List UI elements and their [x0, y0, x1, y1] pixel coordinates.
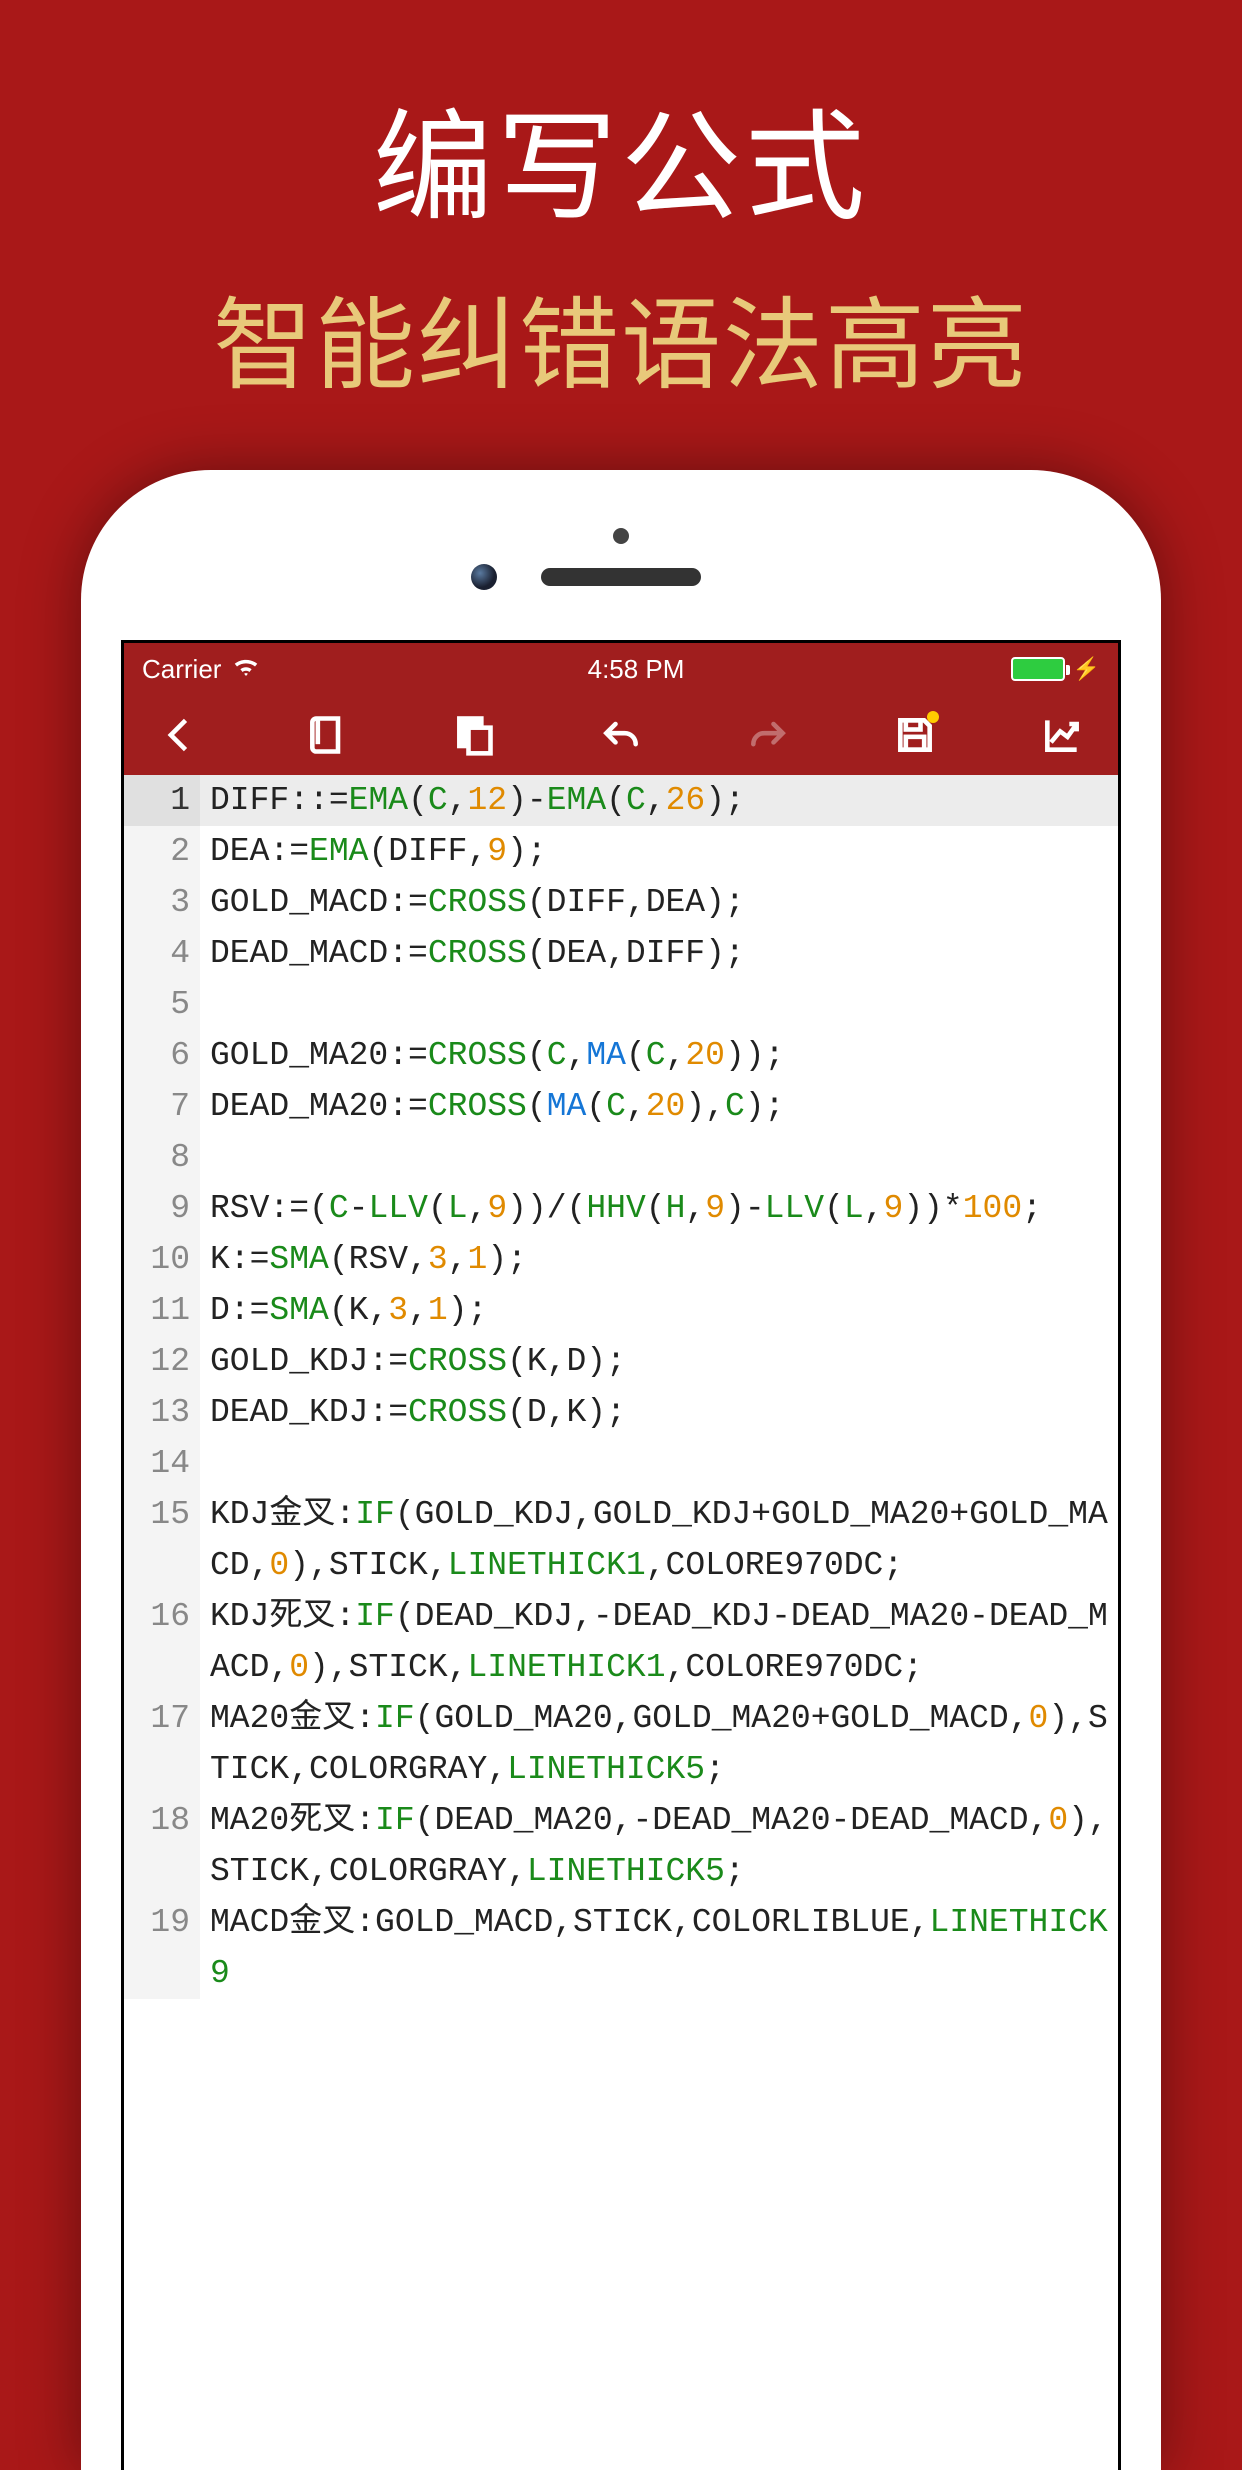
code-line[interactable]: 6GOLD_MA20:=CROSS(C,MA(C,20)); — [124, 1030, 1118, 1081]
code-line[interactable]: 15KDJ金叉:IF(GOLD_KDJ,GOLD_KDJ+GOLD_MA20+G… — [124, 1489, 1118, 1591]
code-content[interactable]: MACD金叉:GOLD_MACD,STICK,COLORLIBLUE,LINET… — [200, 1897, 1118, 1999]
redo-button[interactable] — [740, 707, 796, 763]
phone-screen: Carrier 4:58 PM ⚡ — [121, 640, 1121, 2470]
code-content[interactable]: DEAD_MA20:=CROSS(MA(C,20),C); — [200, 1081, 1118, 1132]
line-number: 3 — [124, 877, 200, 928]
code-line[interactable]: 17MA20金叉:IF(GOLD_MA20,GOLD_MA20+GOLD_MAC… — [124, 1693, 1118, 1795]
line-number: 6 — [124, 1030, 200, 1081]
line-number: 18 — [124, 1795, 200, 1897]
promo-title: 编写公式 — [0, 0, 1242, 244]
phone-speaker — [541, 568, 701, 586]
charging-icon: ⚡ — [1073, 656, 1100, 682]
line-number: 14 — [124, 1438, 200, 1489]
line-number: 15 — [124, 1489, 200, 1591]
code-line[interactable]: 14 — [124, 1438, 1118, 1489]
code-content[interactable]: GOLD_MACD:=CROSS(DIFF,DEA); — [200, 877, 1118, 928]
status-bar: Carrier 4:58 PM ⚡ — [124, 643, 1118, 695]
code-line[interactable]: 9RSV:=(C-LLV(L,9))/(HHV(H,9)-LLV(L,9))*1… — [124, 1183, 1118, 1234]
code-line[interactable]: 5 — [124, 979, 1118, 1030]
line-number: 13 — [124, 1387, 200, 1438]
book-button[interactable] — [299, 707, 355, 763]
back-button[interactable] — [152, 707, 208, 763]
phone-frame: Carrier 4:58 PM ⚡ — [81, 470, 1161, 2470]
battery-icon — [1011, 657, 1065, 681]
code-content[interactable]: RSV:=(C-LLV(L,9))/(HHV(H,9)-LLV(L,9))*10… — [200, 1183, 1118, 1234]
phone-camera-dot — [613, 528, 629, 544]
code-content[interactable]: GOLD_MA20:=CROSS(C,MA(C,20)); — [200, 1030, 1118, 1081]
code-content[interactable]: K:=SMA(RSV,3,1); — [200, 1234, 1118, 1285]
code-content[interactable]: MA20死叉:IF(DEAD_MA20,-DEAD_MA20-DEAD_MACD… — [200, 1795, 1118, 1897]
code-line[interactable]: 4DEAD_MACD:=CROSS(DEA,DIFF); — [124, 928, 1118, 979]
line-number: 19 — [124, 1897, 200, 1999]
line-number: 17 — [124, 1693, 200, 1795]
code-editor[interactable]: 1DIFF::=EMA(C,12)-EMA(C,26);2DEA:=EMA(DI… — [124, 775, 1118, 1999]
code-line[interactable]: 16KDJ死叉:IF(DEAD_KDJ,-DEAD_KDJ-DEAD_MA20-… — [124, 1591, 1118, 1693]
line-number: 12 — [124, 1336, 200, 1387]
code-content[interactable]: DIFF::=EMA(C,12)-EMA(C,26); — [200, 775, 1118, 826]
phone-top — [121, 510, 1121, 640]
code-content[interactable]: DEA:=EMA(DIFF,9); — [200, 826, 1118, 877]
wifi-icon — [231, 651, 261, 688]
code-line[interactable]: 1DIFF::=EMA(C,12)-EMA(C,26); — [124, 775, 1118, 826]
code-line[interactable]: 13DEAD_KDJ:=CROSS(D,K); — [124, 1387, 1118, 1438]
line-number: 4 — [124, 928, 200, 979]
carrier-label: Carrier — [142, 654, 221, 685]
code-content[interactable] — [200, 979, 1118, 1030]
code-content[interactable]: KDJ金叉:IF(GOLD_KDJ,GOLD_KDJ+GOLD_MA20+GOL… — [200, 1489, 1118, 1591]
code-content[interactable]: MA20金叉:IF(GOLD_MA20,GOLD_MA20+GOLD_MACD,… — [200, 1693, 1118, 1795]
code-line[interactable]: 12GOLD_KDJ:=CROSS(K,D); — [124, 1336, 1118, 1387]
undo-button[interactable] — [593, 707, 649, 763]
code-line[interactable]: 2DEA:=EMA(DIFF,9); — [124, 826, 1118, 877]
code-content[interactable]: DEAD_KDJ:=CROSS(D,K); — [200, 1387, 1118, 1438]
code-content[interactable] — [200, 1132, 1118, 1183]
clock: 4:58 PM — [588, 654, 685, 685]
promo-subtitle: 智能纠错语法高亮 — [0, 244, 1242, 409]
code-line[interactable]: 10K:=SMA(RSV,3,1); — [124, 1234, 1118, 1285]
line-number: 1 — [124, 775, 200, 826]
code-line[interactable]: 11D:=SMA(K,3,1); — [124, 1285, 1118, 1336]
code-content[interactable]: GOLD_KDJ:=CROSS(K,D); — [200, 1336, 1118, 1387]
chart-button[interactable] — [1034, 707, 1090, 763]
toolbar — [124, 695, 1118, 775]
line-number: 7 — [124, 1081, 200, 1132]
code-line[interactable]: 3GOLD_MACD:=CROSS(DIFF,DEA); — [124, 877, 1118, 928]
code-line[interactable]: 8 — [124, 1132, 1118, 1183]
save-button[interactable] — [887, 707, 943, 763]
paste-button[interactable] — [446, 707, 502, 763]
line-number: 16 — [124, 1591, 200, 1693]
code-line[interactable]: 18MA20死叉:IF(DEAD_MA20,-DEAD_MA20-DEAD_MA… — [124, 1795, 1118, 1897]
code-line[interactable]: 19MACD金叉:GOLD_MACD,STICK,COLORLIBLUE,LIN… — [124, 1897, 1118, 1999]
line-number: 2 — [124, 826, 200, 877]
code-content[interactable]: KDJ死叉:IF(DEAD_KDJ,-DEAD_KDJ-DEAD_MA20-DE… — [200, 1591, 1118, 1693]
line-number: 8 — [124, 1132, 200, 1183]
code-line[interactable]: 7DEAD_MA20:=CROSS(MA(C,20),C); — [124, 1081, 1118, 1132]
code-content[interactable] — [200, 1438, 1118, 1489]
code-content[interactable]: D:=SMA(K,3,1); — [200, 1285, 1118, 1336]
line-number: 11 — [124, 1285, 200, 1336]
line-number: 5 — [124, 979, 200, 1030]
phone-front-camera — [471, 564, 497, 590]
line-number: 10 — [124, 1234, 200, 1285]
unsaved-dot-icon — [927, 711, 939, 723]
code-content[interactable]: DEAD_MACD:=CROSS(DEA,DIFF); — [200, 928, 1118, 979]
line-number: 9 — [124, 1183, 200, 1234]
